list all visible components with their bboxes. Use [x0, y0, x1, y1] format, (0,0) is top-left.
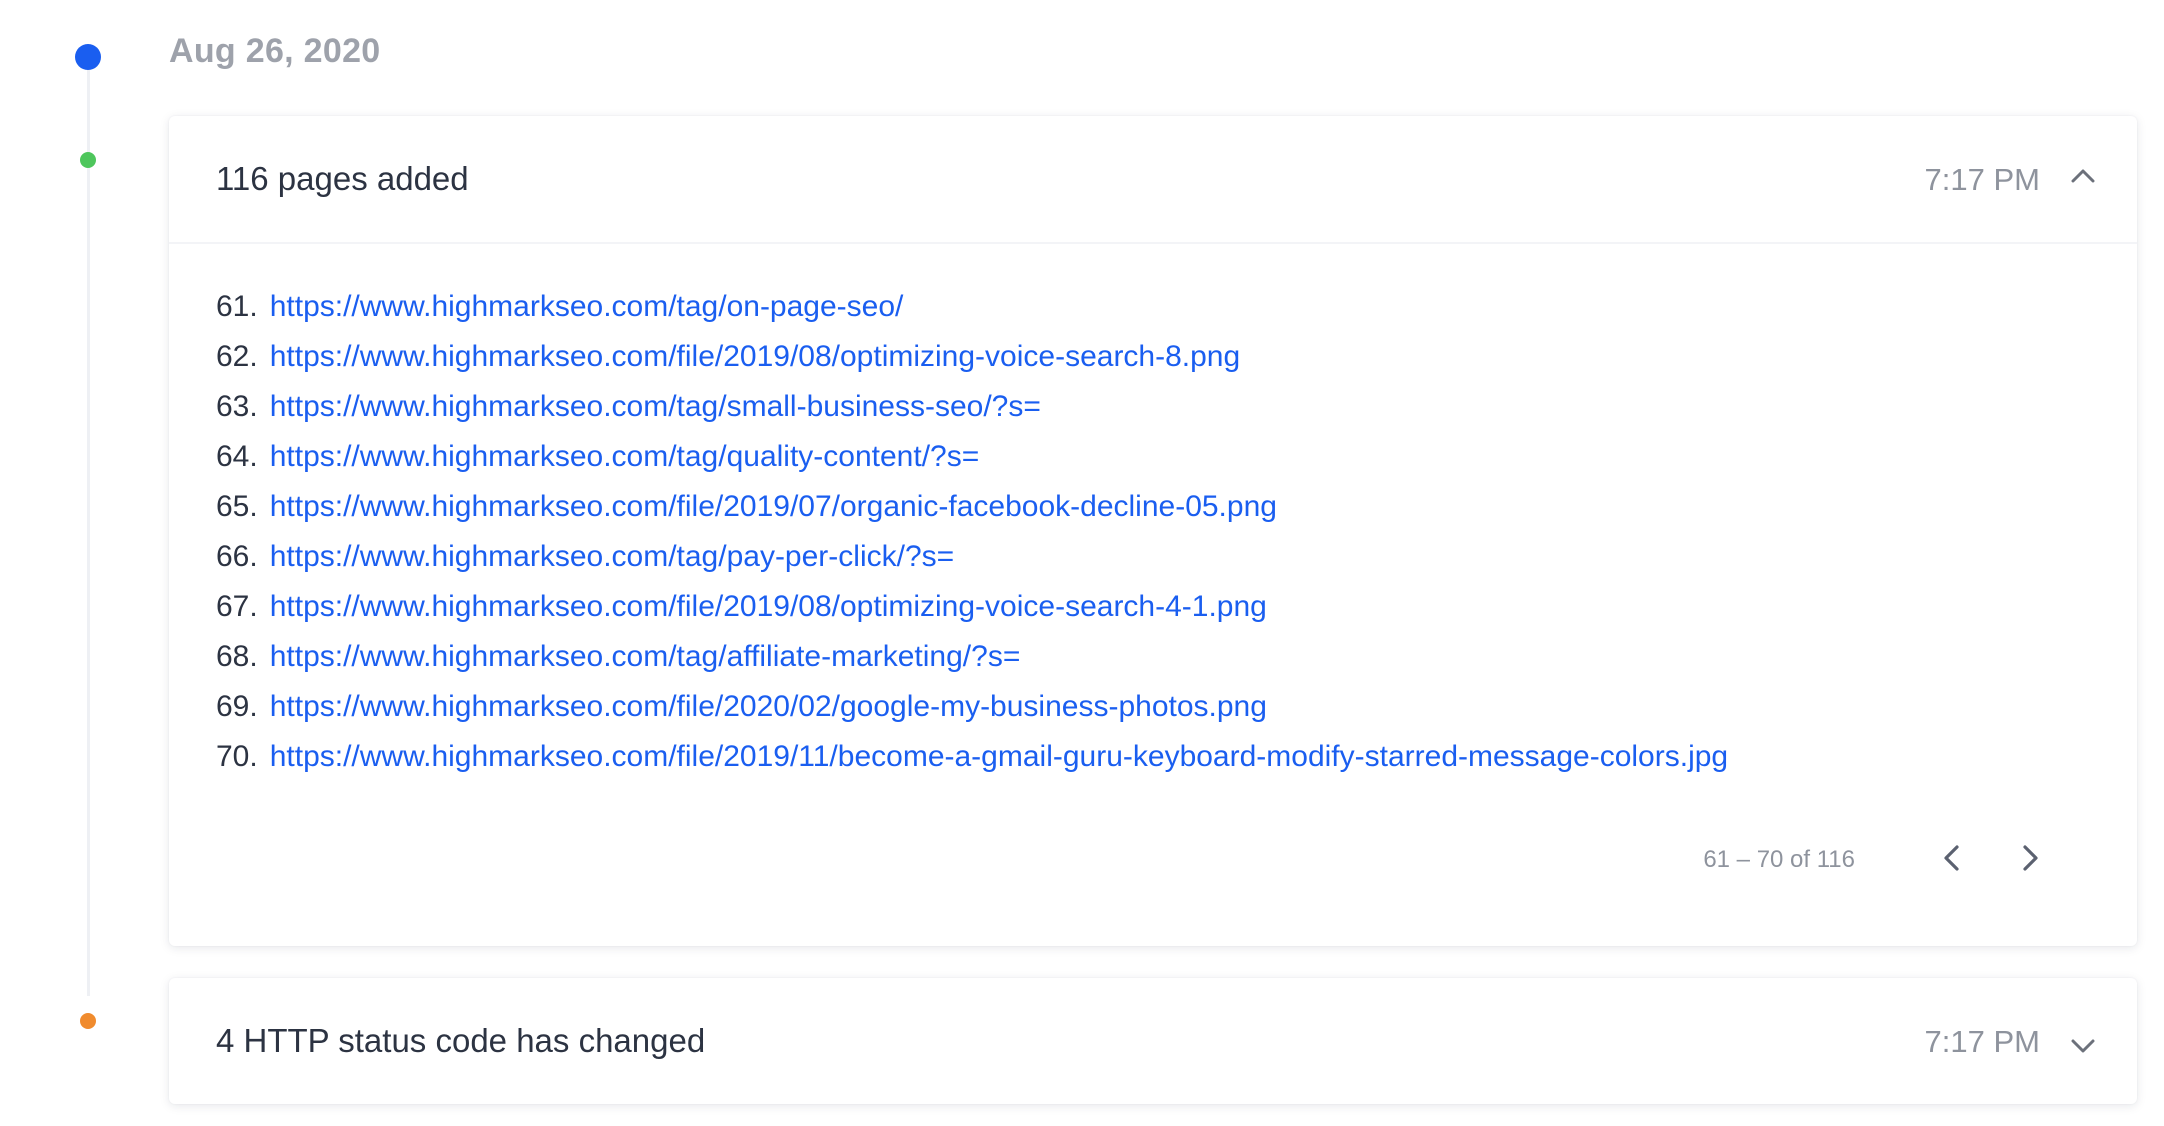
list-item: 66. https://www.highmarkseo.com/tag/pay-p… — [216, 532, 1728, 582]
date-marker-dot — [75, 44, 101, 70]
status-changed-time: 7:17 PM — [1924, 1024, 2040, 1059]
pages-added-header[interactable]: 116 pages added 7:17 PM — [169, 116, 2137, 244]
page-url-link[interactable]: https://www.highmarkseo.com/tag/on-page-… — [270, 290, 904, 323]
item-number: 68. — [216, 640, 258, 673]
page-url-link[interactable]: https://www.highmarkseo.com/file/2019/08… — [270, 340, 1240, 373]
page-url-link[interactable]: https://www.highmarkseo.com/tag/quality-… — [270, 440, 980, 473]
chevron-left-icon — [1942, 844, 1960, 877]
item-number: 70. — [216, 740, 258, 773]
previous-page-button[interactable] — [1925, 834, 1977, 886]
next-page-button[interactable] — [2005, 834, 2057, 886]
pagination-range: 61 – 70 of 116 — [1703, 846, 1855, 873]
list-item: 70. https://www.highmarkseo.com/file/2019… — [216, 732, 1728, 782]
list-item: 68. https://www.highmarkseo.com/tag/affil… — [216, 632, 1728, 682]
timeline-date: Aug 26, 2020 — [169, 32, 381, 70]
page-url-link[interactable]: https://www.highmarkseo.com/file/2019/11… — [270, 740, 1728, 773]
item-number: 61. — [216, 290, 258, 323]
list-item: 64. https://www.highmarkseo.com/tag/quali… — [216, 432, 1728, 482]
pages-added-time: 7:17 PM — [1924, 162, 2040, 197]
list-item: 65. https://www.highmarkseo.com/file/2019… — [216, 482, 1728, 532]
status-changed-dot — [80, 1013, 96, 1029]
list-item: 63. https://www.highmarkseo.com/tag/small… — [216, 382, 1728, 432]
page-url-link[interactable]: https://www.highmarkseo.com/file/2019/08… — [270, 590, 1267, 623]
chevron-right-icon — [2022, 844, 2040, 877]
page-url-link[interactable]: https://www.highmarkseo.com/tag/affiliat… — [270, 640, 1021, 673]
added-pages-list: 61. https://www.highmarkseo.com/tag/on-pa… — [216, 282, 1728, 782]
chevron-up-icon[interactable] — [2063, 156, 2103, 196]
item-number: 63. — [216, 390, 258, 423]
list-item: 62. https://www.highmarkseo.com/file/2019… — [216, 332, 1728, 382]
timeline-line — [87, 56, 90, 996]
page-url-link[interactable]: https://www.highmarkseo.com/file/2020/02… — [270, 690, 1267, 723]
chevron-down-icon[interactable] — [2063, 1026, 2103, 1066]
list-item: 69. https://www.highmarkseo.com/file/2020… — [216, 682, 1728, 732]
item-number: 65. — [216, 490, 258, 523]
pages-added-title: 116 pages added — [216, 160, 469, 197]
list-item: 67. https://www.highmarkseo.com/file/2019… — [216, 582, 1728, 632]
page-url-link[interactable]: https://www.highmarkseo.com/tag/pay-per-… — [270, 540, 954, 573]
change-timeline: Aug 26, 2020 116 pages added 7:17 PM 61.… — [0, 0, 2164, 1126]
pages-added-card: 116 pages added 7:17 PM 61. https://www.h… — [169, 116, 2137, 946]
page-url-link[interactable]: https://www.highmarkseo.com/file/2019/07… — [270, 490, 1277, 523]
pages-added-dot — [80, 152, 96, 168]
list-item: 61. https://www.highmarkseo.com/tag/on-pa… — [216, 282, 1728, 332]
item-number: 66. — [216, 540, 258, 573]
item-number: 64. — [216, 440, 258, 473]
status-changed-card: 4 HTTP status code has changed 7:17 PM — [169, 978, 2137, 1104]
item-number: 69. — [216, 690, 258, 723]
status-changed-title: 4 HTTP status code has changed — [216, 1022, 706, 1059]
pagination: 61 – 70 of 116 — [1703, 834, 2057, 886]
page-url-link[interactable]: https://www.highmarkseo.com/tag/small-bu… — [270, 390, 1041, 423]
status-changed-header[interactable]: 4 HTTP status code has changed 7:17 PM — [169, 978, 2137, 1104]
item-number: 67. — [216, 590, 258, 623]
item-number: 62. — [216, 340, 258, 373]
